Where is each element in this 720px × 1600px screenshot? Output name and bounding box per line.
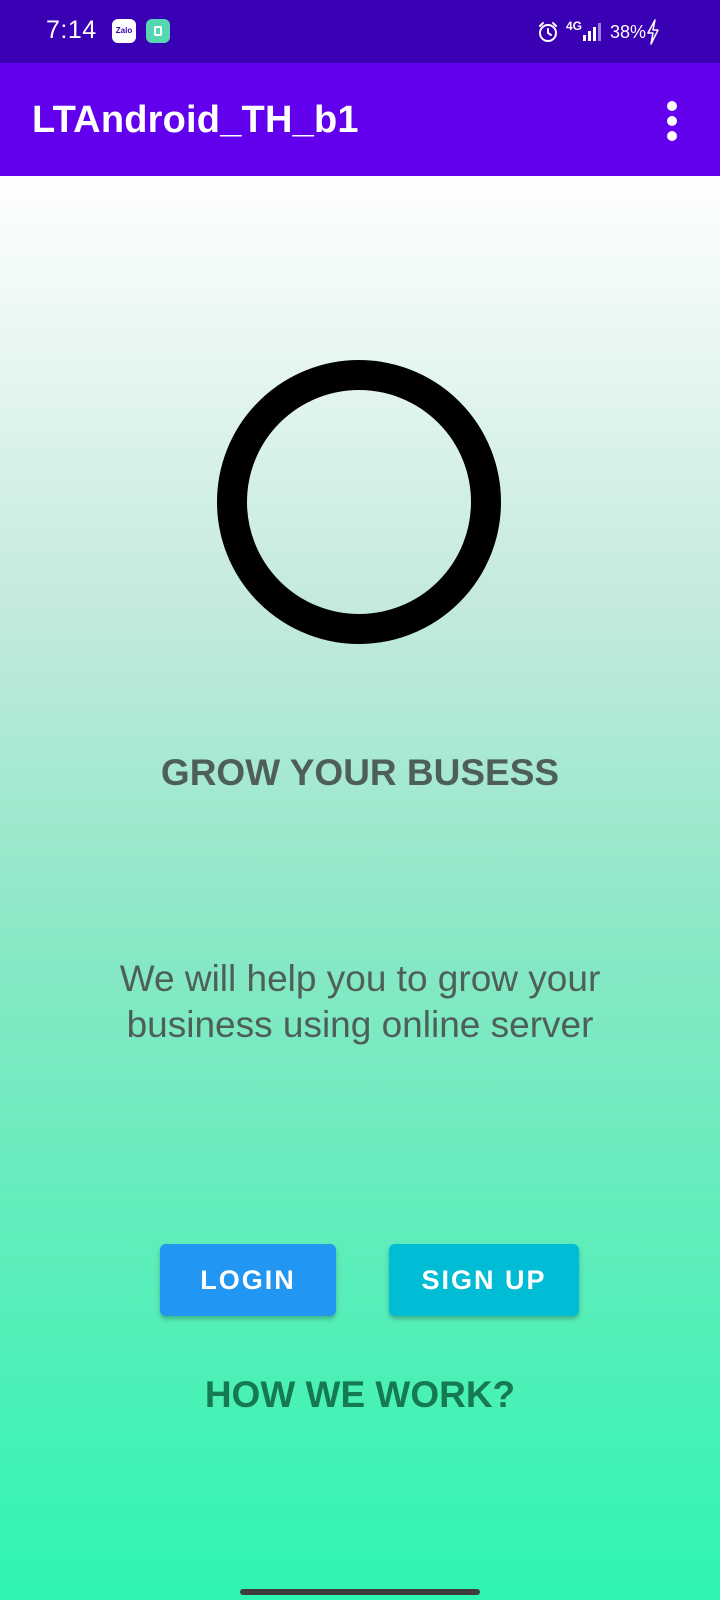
more-vert-icon[interactable] <box>664 101 680 141</box>
app-bar: LTAndroid_TH_b1 <box>0 63 720 176</box>
zalo-icon: Zalo <box>112 19 136 43</box>
battery-percent: 38% <box>609 21 646 42</box>
main-content: GROW YOUR BUSESS We will help you to gro… <box>0 176 720 1600</box>
charging-icon <box>646 19 660 45</box>
home-indicator[interactable] <box>240 1589 480 1595</box>
how-we-work-link[interactable]: HOW WE WORK? <box>160 1374 560 1416</box>
tagline: We will help you to grow your business u… <box>119 958 601 1045</box>
status-indicators: 4G 38% <box>536 18 660 46</box>
network-type-label: 4G <box>565 19 582 33</box>
alarm-icon <box>536 20 560 44</box>
ring-graphic <box>217 360 501 644</box>
signal-icon <box>582 21 604 43</box>
sign-up-button[interactable]: SIGN UP <box>389 1244 579 1316</box>
login-button[interactable]: LOGIN <box>160 1244 336 1316</box>
store-icon <box>146 19 170 43</box>
status-bar: 7:14 Zalo 4G 38% <box>0 0 720 63</box>
headline: GROW YOUR BUSESS <box>160 752 560 793</box>
status-time: 7:14 <box>46 16 97 44</box>
app-title: LTAndroid_TH_b1 <box>32 99 359 141</box>
